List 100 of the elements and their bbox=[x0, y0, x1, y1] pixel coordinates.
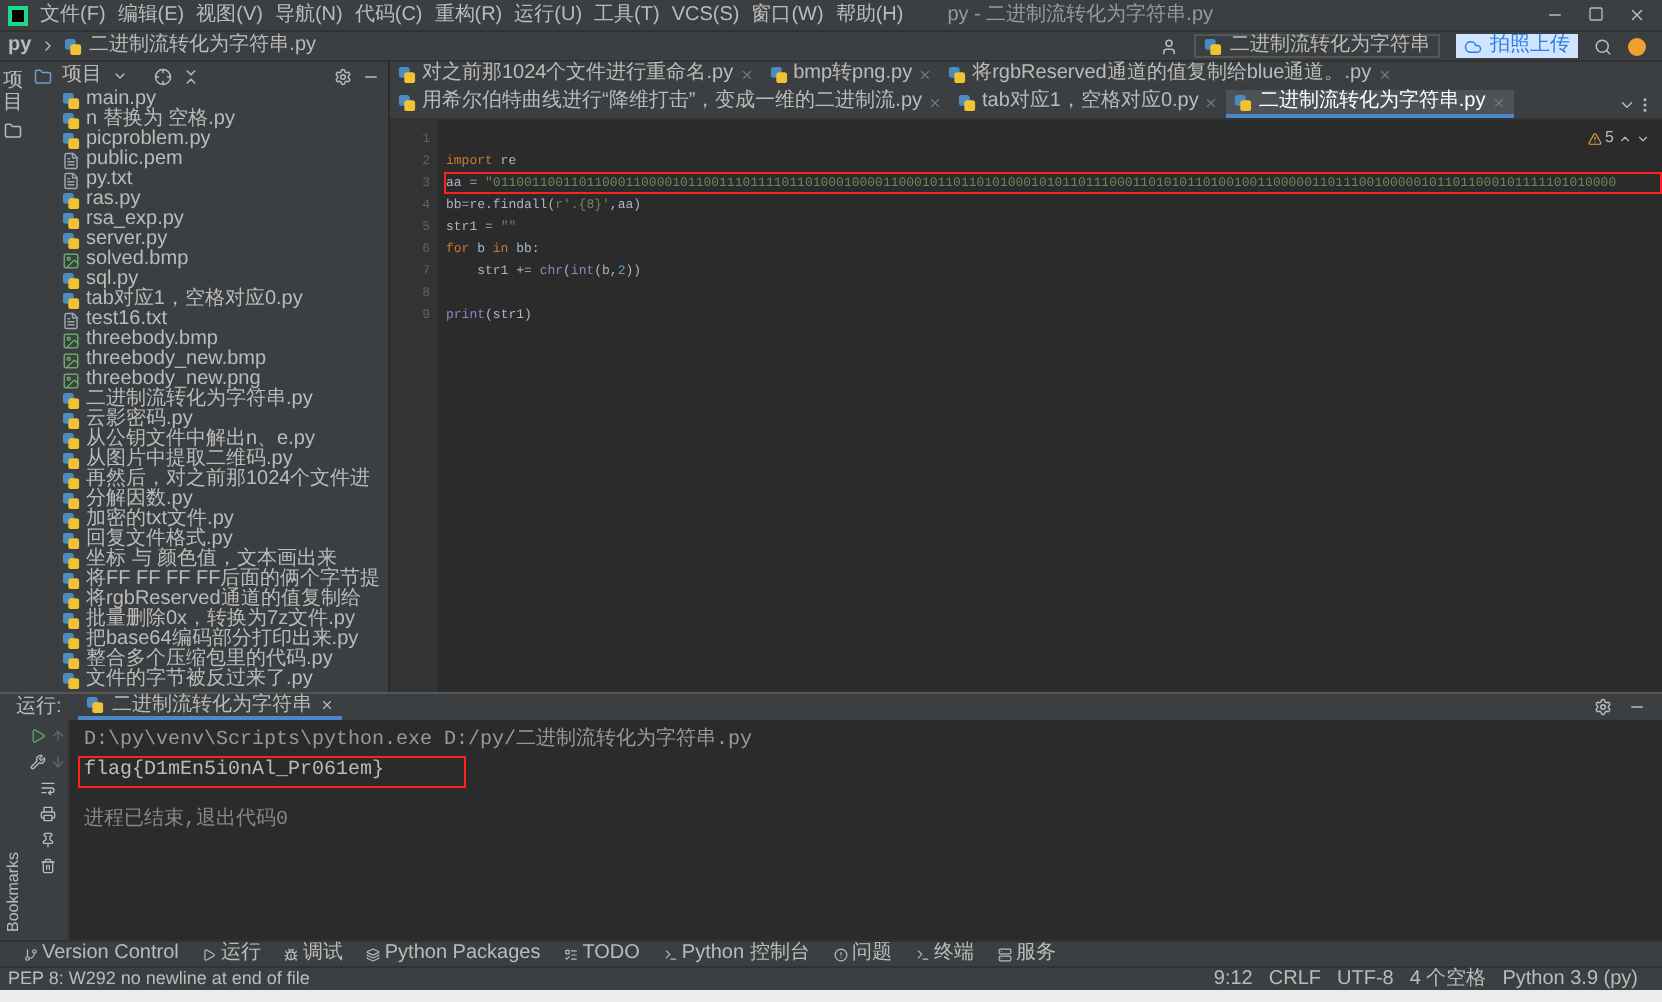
menu-item[interactable]: 文件(F) bbox=[40, 5, 106, 25]
file-tree-item[interactable]: solved.bmp bbox=[86, 250, 189, 270]
wrap-icon[interactable] bbox=[39, 780, 55, 796]
file-tree-item[interactable]: public.pem bbox=[86, 150, 183, 170]
menu-item[interactable]: VCS(S) bbox=[671, 5, 740, 25]
warning-icon[interactable] bbox=[1587, 131, 1602, 145]
caret-icon[interactable] bbox=[112, 68, 128, 84]
status-item[interactable]: CRLF bbox=[1268, 969, 1321, 989]
collapse-icon[interactable] bbox=[182, 67, 200, 85]
warning-count[interactable]: 5 bbox=[1605, 126, 1614, 150]
file-tree-item[interactable]: 将rgbReserved通道的值复制给 bbox=[86, 590, 361, 610]
status-item[interactable]: 9:12 bbox=[1213, 969, 1253, 989]
search-icon[interactable] bbox=[1594, 37, 1612, 55]
project-stripe-button[interactable]: 项目 bbox=[3, 70, 23, 114]
editor-tab[interactable]: 对之前那1024个文件进行重命名.py bbox=[390, 62, 762, 90]
tool-window-icon bbox=[24, 947, 38, 961]
chevron-up-icon[interactable] bbox=[1618, 131, 1632, 145]
chevron-down-icon[interactable] bbox=[1636, 131, 1650, 145]
file-tree-item[interactable]: 从公钥文件中解出n、e.py bbox=[86, 430, 315, 450]
tool-window-button[interactable]: TODO bbox=[564, 944, 640, 964]
status-item[interactable]: 4 个空格 bbox=[1409, 969, 1487, 989]
file-tree-item[interactable]: threebody_new.bmp bbox=[86, 350, 267, 370]
file-tree-item[interactable]: threebody_new.png bbox=[86, 370, 261, 390]
console-line: 进程已结束,退出代码0 bbox=[82, 808, 291, 836]
tool-window-button[interactable]: 运行 bbox=[202, 944, 261, 964]
file-tree-item[interactable]: server.py bbox=[86, 230, 168, 250]
file-tree-item[interactable]: 文件的字节被反过来了.py bbox=[86, 670, 313, 690]
file-tree-item[interactable]: 整合多个压缩包里的代码.py bbox=[86, 650, 333, 670]
editor-tab[interactable]: 将rgbReserved通道的值复制给blue通道。.py bbox=[940, 62, 1400, 90]
file-tree-item[interactable]: 分解因数.py bbox=[86, 490, 193, 510]
breadcrumb-item[interactable]: py bbox=[8, 36, 32, 56]
menu-item[interactable]: 帮助(H) bbox=[835, 5, 904, 25]
editor-tab[interactable]: 用希尔伯特曲线进行“降维打击”，变成一维的二进制流.py bbox=[390, 90, 950, 118]
file-tree-item[interactable]: main.py bbox=[86, 90, 157, 110]
file-tree-item[interactable]: 批量删除0x，转换为7z文件.py bbox=[86, 610, 355, 630]
file-tree-item[interactable]: 加密的txt文件.py bbox=[86, 510, 234, 530]
run-config-dropdown[interactable]: 二进制流转化为字符串 bbox=[1194, 34, 1440, 58]
file-tree-item[interactable]: py.txt bbox=[86, 170, 133, 190]
menu-item[interactable]: 运行(U) bbox=[514, 5, 583, 25]
menu-item[interactable]: 导航(N) bbox=[274, 5, 343, 25]
tool-window-icon bbox=[202, 947, 217, 961]
run-tab[interactable]: 二进制流转化为字符串 bbox=[77, 694, 342, 720]
print-icon[interactable] bbox=[39, 806, 55, 822]
editor-tab[interactable]: 二进制流转化为字符串.py bbox=[1226, 90, 1514, 118]
folder-icon bbox=[34, 67, 52, 85]
editor-tab[interactable]: bmp转png.py bbox=[761, 62, 941, 90]
file-tree-item[interactable]: n 替换为 空格.py bbox=[86, 110, 235, 130]
tool-window-button[interactable]: 调试 bbox=[284, 944, 343, 964]
user-icon[interactable] bbox=[1160, 37, 1178, 55]
settings-icon[interactable] bbox=[1594, 698, 1612, 716]
file-tree-item[interactable]: 再然后，对之前那1024个文件进 bbox=[86, 470, 371, 490]
settings-icon[interactable] bbox=[334, 67, 352, 85]
file-tree-item[interactable]: rsa_exp.py bbox=[86, 210, 184, 230]
menu-item[interactable]: 重构(R) bbox=[434, 5, 503, 25]
pin-icon[interactable] bbox=[39, 832, 55, 848]
menu-item[interactable]: 编辑(E) bbox=[117, 5, 185, 25]
file-tree-item[interactable]: 二进制流转化为字符串.py bbox=[86, 390, 313, 410]
close-icon[interactable] bbox=[319, 698, 334, 712]
file-tree-item[interactable]: sql.py bbox=[86, 270, 139, 290]
file-tree-item[interactable]: 将FF FF FF FF后面的俩个字节提 bbox=[86, 570, 381, 590]
locate-icon[interactable] bbox=[154, 67, 172, 85]
cloud-icon bbox=[1464, 37, 1482, 55]
menu-item[interactable]: 工具(T) bbox=[594, 5, 660, 25]
tool-window-button[interactable]: Python 控制台 bbox=[663, 944, 810, 964]
file-tree-item[interactable]: 云影密码.py bbox=[86, 410, 193, 430]
play-icon[interactable] bbox=[29, 728, 45, 744]
python-file-icon bbox=[769, 65, 788, 83]
tool-window-icon bbox=[997, 947, 1012, 961]
file-tree-item[interactable]: tab对应1，空格对应0.py bbox=[86, 290, 303, 310]
editor-tab[interactable]: tab对应1，空格对应0.py bbox=[950, 90, 1227, 118]
file-tree-item[interactable]: picproblem.py bbox=[86, 130, 211, 150]
file-tree-item[interactable]: 坐标 与 颜色值，文本画出来 bbox=[86, 550, 338, 570]
python-file-icon bbox=[1204, 37, 1222, 55]
tool-window-button[interactable]: Version Control bbox=[24, 944, 179, 964]
tool-window-button[interactable]: 服务 bbox=[997, 944, 1056, 964]
tool-window-icon bbox=[366, 947, 381, 961]
tool-window-button[interactable]: 终端 bbox=[915, 944, 974, 964]
file-tree-item[interactable]: test16.txt bbox=[86, 310, 168, 330]
status-item[interactable]: UTF-8 bbox=[1337, 969, 1394, 989]
tool-window-button[interactable]: 问题 bbox=[833, 944, 892, 964]
breadcrumb-item[interactable]: 二进制流转化为字符串.py bbox=[89, 36, 317, 56]
menu-item[interactable]: 窗口(W) bbox=[751, 5, 824, 25]
status-item[interactable]: Python 3.9 (py) bbox=[1502, 969, 1638, 989]
tool-window-button[interactable]: Python Packages bbox=[366, 944, 541, 964]
panel-title[interactable]: 项目 bbox=[62, 66, 102, 86]
trash-icon[interactable] bbox=[39, 858, 55, 874]
menu-item[interactable]: 视图(V) bbox=[196, 5, 263, 25]
upload-button[interactable]: 拍照上传 bbox=[1456, 34, 1578, 58]
file-tree-item[interactable]: threebody.bmp bbox=[86, 330, 218, 350]
wrench-icon[interactable] bbox=[29, 754, 45, 770]
file-tree-item[interactable]: 回复文件格式.py bbox=[86, 530, 233, 550]
update-icon[interactable] bbox=[1628, 37, 1646, 55]
menu-item[interactable]: 代码(C) bbox=[354, 5, 423, 25]
file-tree-item[interactable]: 把base64编码部分打印出来.py bbox=[86, 630, 359, 650]
file-tree-item[interactable]: 从图片中提取二维码.py bbox=[86, 450, 293, 470]
folder-icon bbox=[4, 122, 22, 140]
file-tree-item[interactable]: ras.py bbox=[86, 190, 141, 210]
maximize-icon[interactable] bbox=[1588, 6, 1604, 22]
close-icon[interactable] bbox=[1628, 6, 1646, 24]
python-file-icon bbox=[1234, 93, 1253, 111]
